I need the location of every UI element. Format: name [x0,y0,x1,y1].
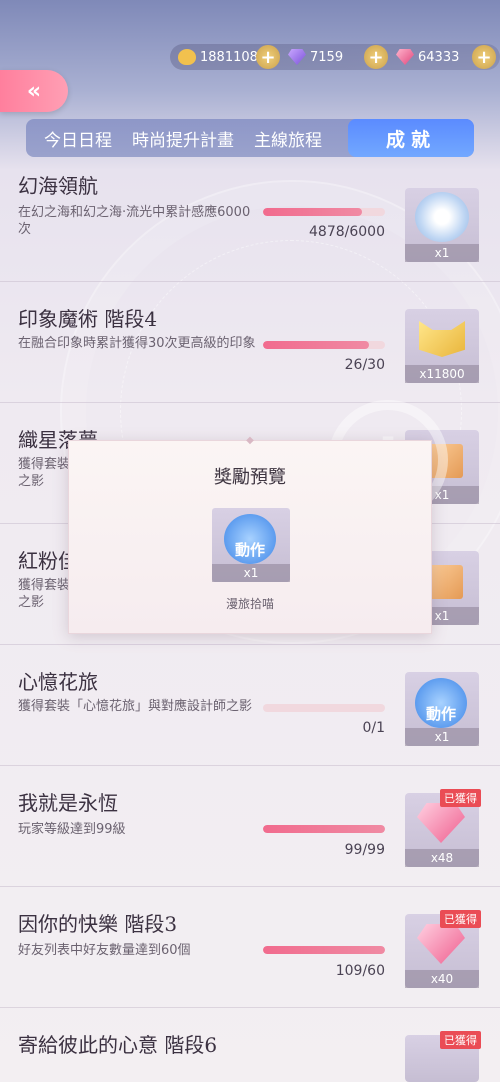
achievement-desc-line1: 獲得套裝 [18,578,71,593]
achievement-desc: 獲得套裝「心憶花旅」與對應設計師之影 [18,699,253,714]
achievement-title: 印象魔術 階段4 [18,307,158,331]
reward-slot[interactable]: 已獲得 x48 [405,789,481,867]
action-icon: 動作 [415,678,467,728]
reward-quantity: x40 [405,970,479,988]
back-button[interactable]: « [0,70,68,112]
achievement-desc-line2: 之影 [18,595,45,610]
reward-slot[interactable]: x1 [405,188,479,262]
purple-gem-value: 7159 [310,49,344,65]
achievement-desc: 在融合印象時累計獲得30次更高級的印象 [18,336,256,351]
reward-slot[interactable]: x11800 [405,309,479,383]
progress-bar [263,825,385,833]
gold-cat-icon [419,321,465,357]
tab-bar: 今日日程 時尚提升計畫 主線旅程 成就 [26,119,474,157]
reward-quantity: x1 [405,728,479,746]
pink-gem-counter: 64333 [396,44,459,70]
obtained-badge: 已獲得 [440,789,481,807]
achievement-row: 印象魔術 階段4 在融合印象時累計獲得30次更高級的印象 26/30 x1180… [0,281,500,403]
reward-quantity: x48 [405,849,479,867]
achievement-title: 我就是永恆 [18,791,118,815]
progress-fill [263,946,385,954]
achievement-row: 心憶花旅 獲得套裝「心憶花旅」與對應設計師之影 0/1 動作 x1 [0,644,500,766]
achievement-title: 寄給彼此的心意 階段6 [18,1033,218,1057]
progress-bar [263,704,385,712]
achievement-row: 因你的快樂 階段3 好友列表中好友數量達到60個 109/60 已獲得 x40 [0,886,500,1008]
reward-preview-modal[interactable]: ◆ 獎勵預覽 動作 x1 漫旅拾喵 [68,435,432,634]
pink-gem-icon [396,49,414,65]
achievement-desc: 玩家等級達到99級 [18,822,126,837]
achievement-row: 寄給彼此的心意 階段6 已獲得 [0,1007,500,1082]
progress-text: 99/99 [344,842,385,858]
progress-fill [263,341,369,349]
modal-title: 獎勵預覽 [214,467,286,488]
modal-reward-name: 漫旅拾喵 [225,597,274,611]
pink-gem-value: 64333 [418,49,460,65]
action-icon: 動作 [224,514,276,564]
tab-daily-schedule[interactable]: 今日日程 [26,119,122,157]
reward-slot[interactable]: 已獲得 x40 [405,910,481,988]
achievement-row: 我就是永恆 玩家等級達到99級 99/99 已獲得 x48 [0,765,500,887]
obtained-badge: 已獲得 [440,1031,481,1049]
pink-diamond-icon [417,924,465,964]
progress-bar [263,208,385,216]
achievement-title: 心憶花旅 [18,670,98,694]
achievement-title: 幻海領航 [18,174,98,198]
purple-gem-icon [288,49,306,65]
pink-diamond-icon [417,803,465,843]
tab-main-journey[interactable]: 主線旅程 [244,119,332,157]
progress-fill [263,208,363,216]
modal-reward-quantity: x1 [212,564,290,582]
progress-bar [263,946,385,954]
ornament-icon: ◆ [246,435,254,446]
progress-text: 0/1 [362,720,385,736]
reward-slot[interactable]: 動作 x1 [405,672,479,746]
progress-fill [263,825,385,833]
progress-bar [263,341,385,349]
tab-fashion-plan[interactable]: 時尚提升計畫 [122,119,244,157]
progress-text: 4878/6000 [309,224,385,240]
add-coins-button[interactable]: + [256,45,280,69]
currency-bar: 188110805 + 7159 + 64333 + [170,44,500,70]
achievement-desc-line2: 之影 [18,474,45,489]
achievement-row: 幻海領航 在幻之海和幻之海·流光中累計感應6000次 4878/6000 x1 [0,160,500,282]
progress-text: 109/60 [335,963,385,979]
reward-quantity: x11800 [405,365,479,383]
tab-achievements[interactable]: 成就 [348,119,474,157]
cat-coin-icon [178,49,196,65]
achievement-desc-line1: 獲得套裝 [18,457,71,472]
add-purple-gems-button[interactable]: + [364,45,388,69]
achievement-title: 因你的快樂 階段3 [18,912,178,936]
purple-gem-counter: 7159 [288,44,343,70]
obtained-badge: 已獲得 [440,910,481,928]
achievement-desc: 好友列表中好友數量達到60個 [18,943,191,958]
progress-text: 26/30 [344,357,385,373]
modal-reward-item[interactable]: 動作 x1 [212,508,290,582]
crystal-flower-icon [415,192,469,242]
add-pink-gems-button[interactable]: + [472,45,496,69]
achievement-desc: 在幻之海和幻之海·流光中累計感應6000次 [18,205,251,237]
reward-slot[interactable]: 已獲得 [405,1031,481,1082]
reward-quantity: x1 [405,244,479,262]
